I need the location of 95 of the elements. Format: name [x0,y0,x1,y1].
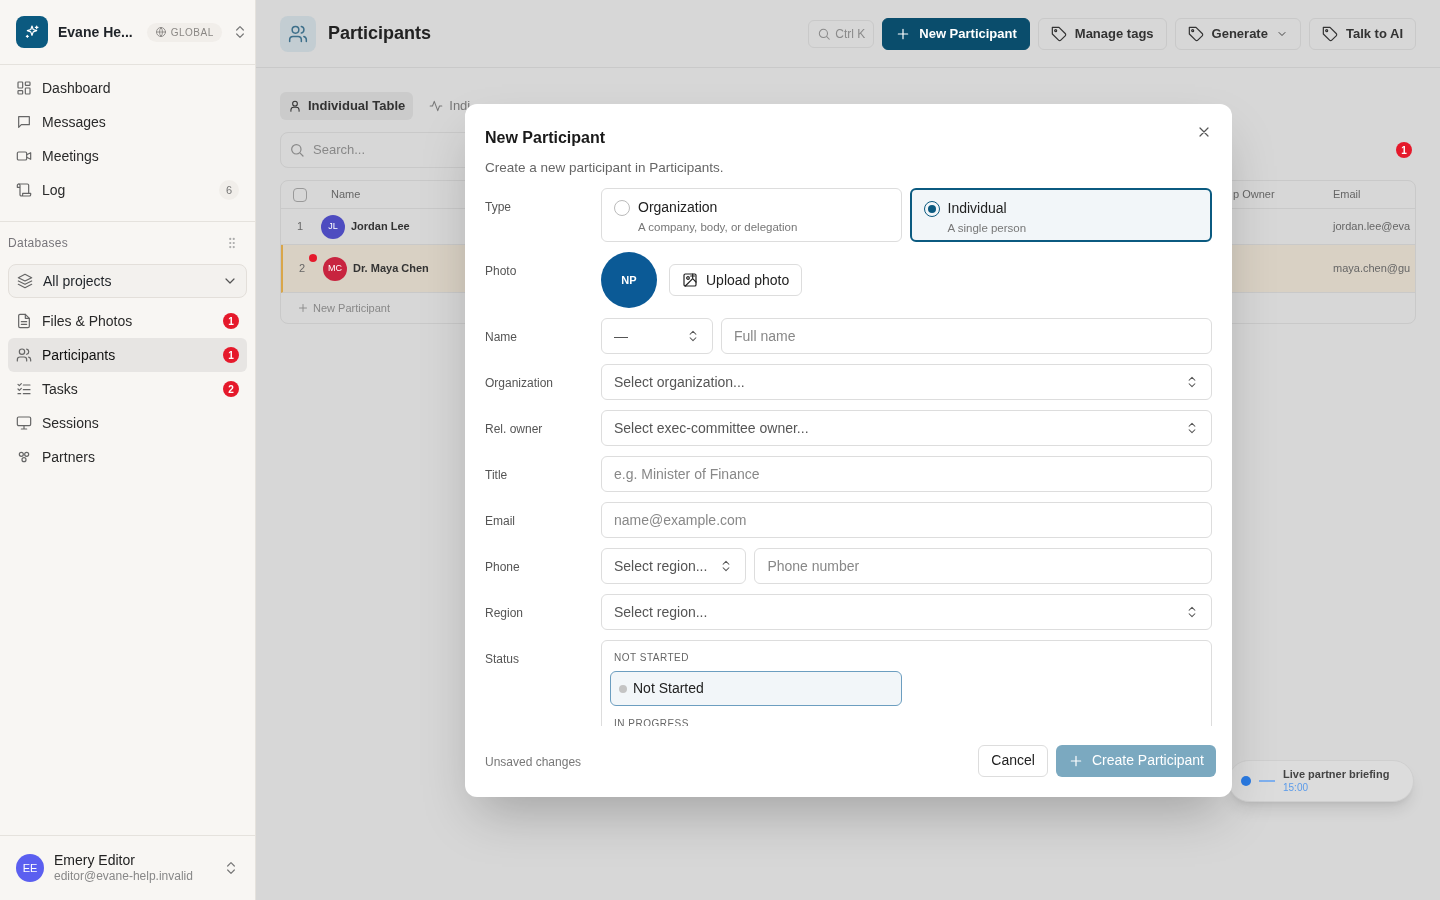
email-cell-text: maya.chen@gu [1333,261,1412,277]
view-tab[interactable]: Individual Table [280,92,414,120]
nav-item[interactable]: Meetings [8,139,247,173]
dash-mark [1259,780,1275,782]
people-icon [16,347,32,363]
upload-photo-button[interactable]: Upload photo [669,264,803,297]
field-label: Organization [485,375,555,393]
option-description: A single person [947,220,1027,236]
search-icon [289,142,305,158]
tag-icon [1187,25,1204,42]
scope-badge: GLOBAL [146,22,222,42]
pulse-icon [429,99,444,113]
column-header: p Owner [1233,187,1276,203]
globe-icon [154,26,167,38]
layers-icon [17,273,33,289]
image-add-icon [682,272,698,289]
toolbar-button[interactable]: New Participant [882,17,1030,50]
type-option[interactable]: Organization A company, body, or delegation [601,188,902,243]
unsaved-note: Unsaved changes [485,753,582,771]
document-icon [16,313,32,329]
video-camera-icon [16,148,32,164]
plus-icon [297,302,309,314]
row-number: 1 [296,219,305,235]
nav-item[interactable]: Participants 1 [8,338,247,372]
option-title: Individual [947,200,1008,218]
text-field[interactable]: Full name [721,318,1212,355]
row-number: 2 [298,261,307,277]
project-dropdown[interactable]: All projects [8,264,247,298]
page-title: Participants [328,22,432,45]
avatar: JL [321,214,345,239]
photo-avatar: NP [601,252,657,309]
toolbar-button[interactable]: Talk to AI [1308,17,1416,50]
checkbox[interactable] [293,187,307,202]
count-badge: 1 [223,313,239,329]
text-field[interactable]: name@example.com [601,502,1212,539]
field-label: Photo [485,263,518,281]
toast-title: Live partner briefing [1283,767,1390,782]
count-badge: 1 [223,347,239,363]
screen-icon [16,415,32,431]
field-label: Type [485,199,512,217]
nav-item[interactable]: Log 6 [8,173,247,207]
select-field[interactable]: Select region... [601,594,1212,631]
type-option[interactable]: Individual A single person [909,188,1212,243]
scroll-icon [16,182,32,198]
sparkles-icon [24,24,40,40]
dashboard-icon [16,80,32,96]
column-header: Name [331,187,362,203]
field-label: Title [485,467,509,485]
field-label: Rel. owner [485,421,544,439]
toolbar-button[interactable]: Manage tags [1037,17,1167,50]
column-header: Email [1333,187,1361,203]
field-label: Phone [485,559,521,577]
field-label: Region [485,605,525,623]
avatar: MC [323,256,347,281]
select-field[interactable]: Select region... [601,548,747,585]
toast-time: 15:00 [1283,781,1310,795]
option-title: Organization [638,199,719,217]
name-cell-text: Jordan Lee [351,219,410,235]
section-title: Databases [8,235,69,252]
field-label: Status [485,651,521,669]
status-option[interactable]: Not Started [610,671,902,707]
email-cell-text: jordan.lee@eva [1333,219,1412,235]
option-description: A company, body, or delegation [638,219,798,235]
user-avatar: EE [16,854,44,882]
people-icon [288,23,308,44]
select-field[interactable]: Select organization... [601,364,1212,401]
person-icon [288,99,302,113]
nav-item[interactable]: Partners [8,440,247,474]
search-icon [817,26,832,41]
name-cell-text: Dr. Maya Chen [353,261,429,277]
circles-icon [16,449,32,465]
count-badge: 2 [223,381,239,397]
notification-badge: 1 [1396,142,1412,158]
text-field[interactable]: e.g. Minister of Finance [601,456,1212,493]
select-field[interactable]: — [601,318,713,355]
checklist-icon [16,381,32,397]
nav-item[interactable]: Sessions [8,406,247,440]
tag-icon [1050,25,1067,42]
select-field[interactable]: Select exec-committee owner... [601,410,1212,447]
toolbar-button[interactable]: Generate [1174,17,1301,50]
user-email: editor@evane-help.invalid [54,869,193,885]
cancel-button[interactable]: Cancel [978,744,1048,777]
field-label: Email [485,513,516,531]
nav-item[interactable]: Messages [8,105,247,139]
field-label: Name [485,329,518,347]
user-name: Emery Editor [54,851,136,870]
text-field[interactable]: Phone number [754,548,1212,585]
nav-item[interactable]: Tasks 2 [8,372,247,406]
workspace-name[interactable]: Evane He... [58,21,133,43]
group-heading: NOT STARTED [613,651,690,666]
nav-item[interactable]: Dashboard [8,71,247,105]
tag-icon [1321,25,1338,42]
count-badge: 6 [219,180,239,200]
nav-item[interactable]: Files & Photos 1 [8,304,247,338]
chat-bubble-icon [16,114,32,130]
